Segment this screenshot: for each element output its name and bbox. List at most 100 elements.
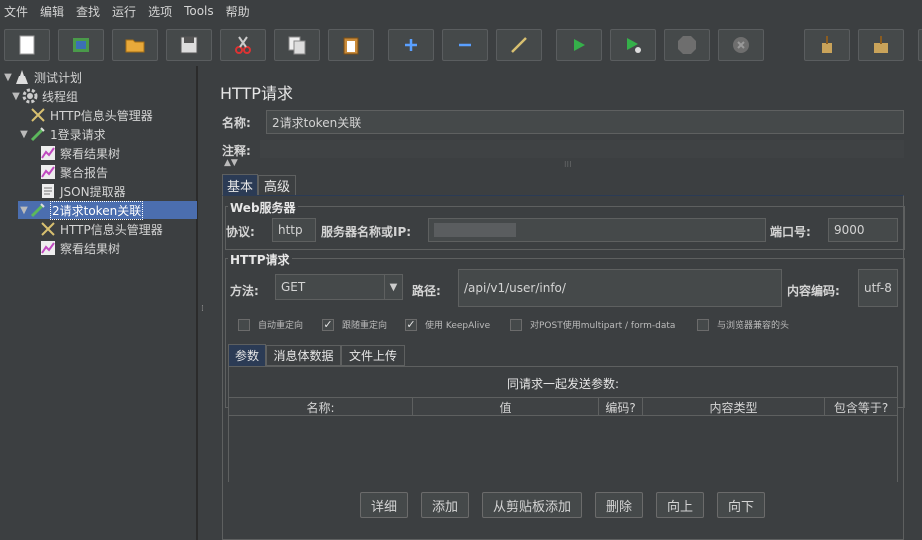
tree-node-login-request[interactable]: ▼ 1登录请求 [18,125,106,143]
tree-node-test-plan[interactable]: ▼ 测试计划 [2,68,82,86]
shutdown-button[interactable] [718,29,764,61]
tree-node-json-extractor[interactable]: JSON提取器 [40,182,126,200]
redacted-server-value [434,223,516,237]
clear-button[interactable] [804,29,850,61]
checkbox-box[interactable] [238,318,250,331]
server-field[interactable] [428,218,766,242]
collapse-button[interactable] [442,29,488,61]
encoding-field[interactable]: utf-8 [858,269,898,307]
chart-listener-icon [40,145,56,161]
tab-file-upload[interactable]: 文件上传 [341,345,405,366]
shutdown-icon [733,37,749,53]
clipboard-icon [343,37,359,55]
open-button[interactable] [112,29,158,61]
multipart-checkbox[interactable]: 对POST使用multipart / form-data [510,318,675,331]
chevron-down-icon[interactable]: ▼ [384,275,402,299]
http-request-group-title: HTTP请求 [228,251,292,268]
search-button[interactable] [918,29,922,61]
sampler-pipette-icon [30,126,46,142]
minus-icon [459,43,471,47]
down-button[interactable]: 向下 [717,492,765,518]
tree-node-aggregate-report[interactable]: 聚合报告 [40,163,108,181]
broom-all-icon [874,36,888,53]
chart-listener-icon [40,164,56,180]
port-field[interactable]: 9000 [828,218,898,242]
protocol-field[interactable]: http [272,218,316,242]
detail-button[interactable]: 详细 [360,492,408,518]
expand-toggle-icon[interactable]: ▼ [18,129,30,140]
resize-grip-icon[interactable]: ⁝⁝⁝ [564,160,572,169]
tab-body-data[interactable]: 消息体数据 [266,345,341,366]
cut-button[interactable] [220,29,266,61]
tab-parameters[interactable]: 参数 [228,344,266,366]
tree-node-header-manager[interactable]: HTTP信息头管理器 [30,106,153,124]
add-button[interactable]: 添加 [421,492,469,518]
checkbox-box[interactable] [510,318,522,331]
method-select[interactable]: GET ▼ [275,274,403,300]
column-content-type[interactable]: 内容类型 [643,398,825,416]
save-icon [180,36,198,54]
tab-basic[interactable]: 基本 [222,174,258,196]
menu-file[interactable]: 文件 [4,3,28,20]
copy-button[interactable] [274,29,320,61]
expand-toggle-icon[interactable]: ▼ [18,205,30,216]
expand-button[interactable] [388,29,434,61]
menu-tools[interactable]: Tools [184,4,214,18]
expand-toggle-icon[interactable]: ▼ [10,91,22,102]
port-label: 端口号: [770,225,811,239]
collapse-arrows-icon[interactable]: ▲▼ [224,158,238,168]
params-caption: 同请求一起发送参数: [506,377,620,391]
clear-all-button[interactable] [858,29,904,61]
menu-options[interactable]: 选项 [148,3,172,20]
templates-button[interactable] [58,29,104,61]
keepalive-checkbox[interactable]: ✓ 使用 KeepAlive [405,318,490,331]
menu-help[interactable]: 帮助 [226,3,250,20]
path-label: 路径: [412,284,441,298]
comment-field[interactable] [260,140,904,158]
expand-toggle-icon[interactable]: ▼ [2,72,14,83]
tools-icon [30,107,46,123]
plus-icon [405,39,417,51]
up-button[interactable]: 向上 [656,492,704,518]
params-table[interactable]: 名称: 值 编码? 内容类型 包含等于? [229,397,897,483]
menu-edit[interactable]: 编辑 [40,3,64,20]
comment-label: 注释: [222,144,251,158]
checkmark-icon[interactable]: ✓ [405,318,417,331]
menu-run[interactable]: 运行 [112,3,136,20]
panel-splitter[interactable]: ⁞ [197,66,207,540]
http-request-panel: HTTP请求 名称: 2请求token关联 注释: ▲▼ ⁝⁝⁝ 基本 高级 W… [214,66,922,540]
tree-node-view-results-tree-2[interactable]: 察看结果树 [40,239,120,257]
tree-node-view-results-tree[interactable]: 察看结果树 [40,144,120,162]
checkbox-box[interactable] [697,318,709,331]
stop-button[interactable] [664,29,710,61]
tools-icon [40,221,56,237]
column-include-equals[interactable]: 包含等于? [825,398,897,416]
column-name[interactable]: 名称: [229,398,413,416]
start-button[interactable] [556,29,602,61]
column-value[interactable]: 值 [413,398,599,416]
tree-node-thread-group[interactable]: ▼ 线程组 [10,87,78,105]
menu-bar: 文件 编辑 查找 运行 选项 Tools 帮助 [0,0,922,22]
toolbar [0,24,922,66]
delete-button[interactable]: 删除 [595,492,643,518]
toggle-button[interactable] [496,29,542,61]
save-button[interactable] [166,29,212,61]
name-field[interactable]: 2请求token关联 [266,110,904,134]
auto-redirect-checkbox[interactable]: 自动重定向 [238,318,303,331]
paste-button[interactable] [328,29,374,61]
start-no-pauses-button[interactable] [610,29,656,61]
path-field[interactable]: /api/v1/user/info/ [458,269,782,307]
scissors-icon [235,36,251,54]
broom-icon [822,36,832,53]
tree-node-header-manager-2[interactable]: HTTP信息头管理器 [40,220,163,238]
follow-redirect-checkbox[interactable]: ✓ 跟随重定向 [322,318,387,331]
templates-icon [73,38,89,52]
menu-search[interactable]: 查找 [76,3,100,20]
tree-node-token-request[interactable]: ▼ 2请求token关联 [18,200,197,220]
new-button[interactable] [4,29,50,61]
column-encode[interactable]: 编码? [599,398,643,416]
checkmark-icon[interactable]: ✓ [322,318,334,331]
tab-advanced[interactable]: 高级 [258,175,296,196]
browser-headers-checkbox[interactable]: 与浏览器兼容的头 [697,318,789,331]
add-from-clipboard-button[interactable]: 从剪贴板添加 [482,492,582,518]
